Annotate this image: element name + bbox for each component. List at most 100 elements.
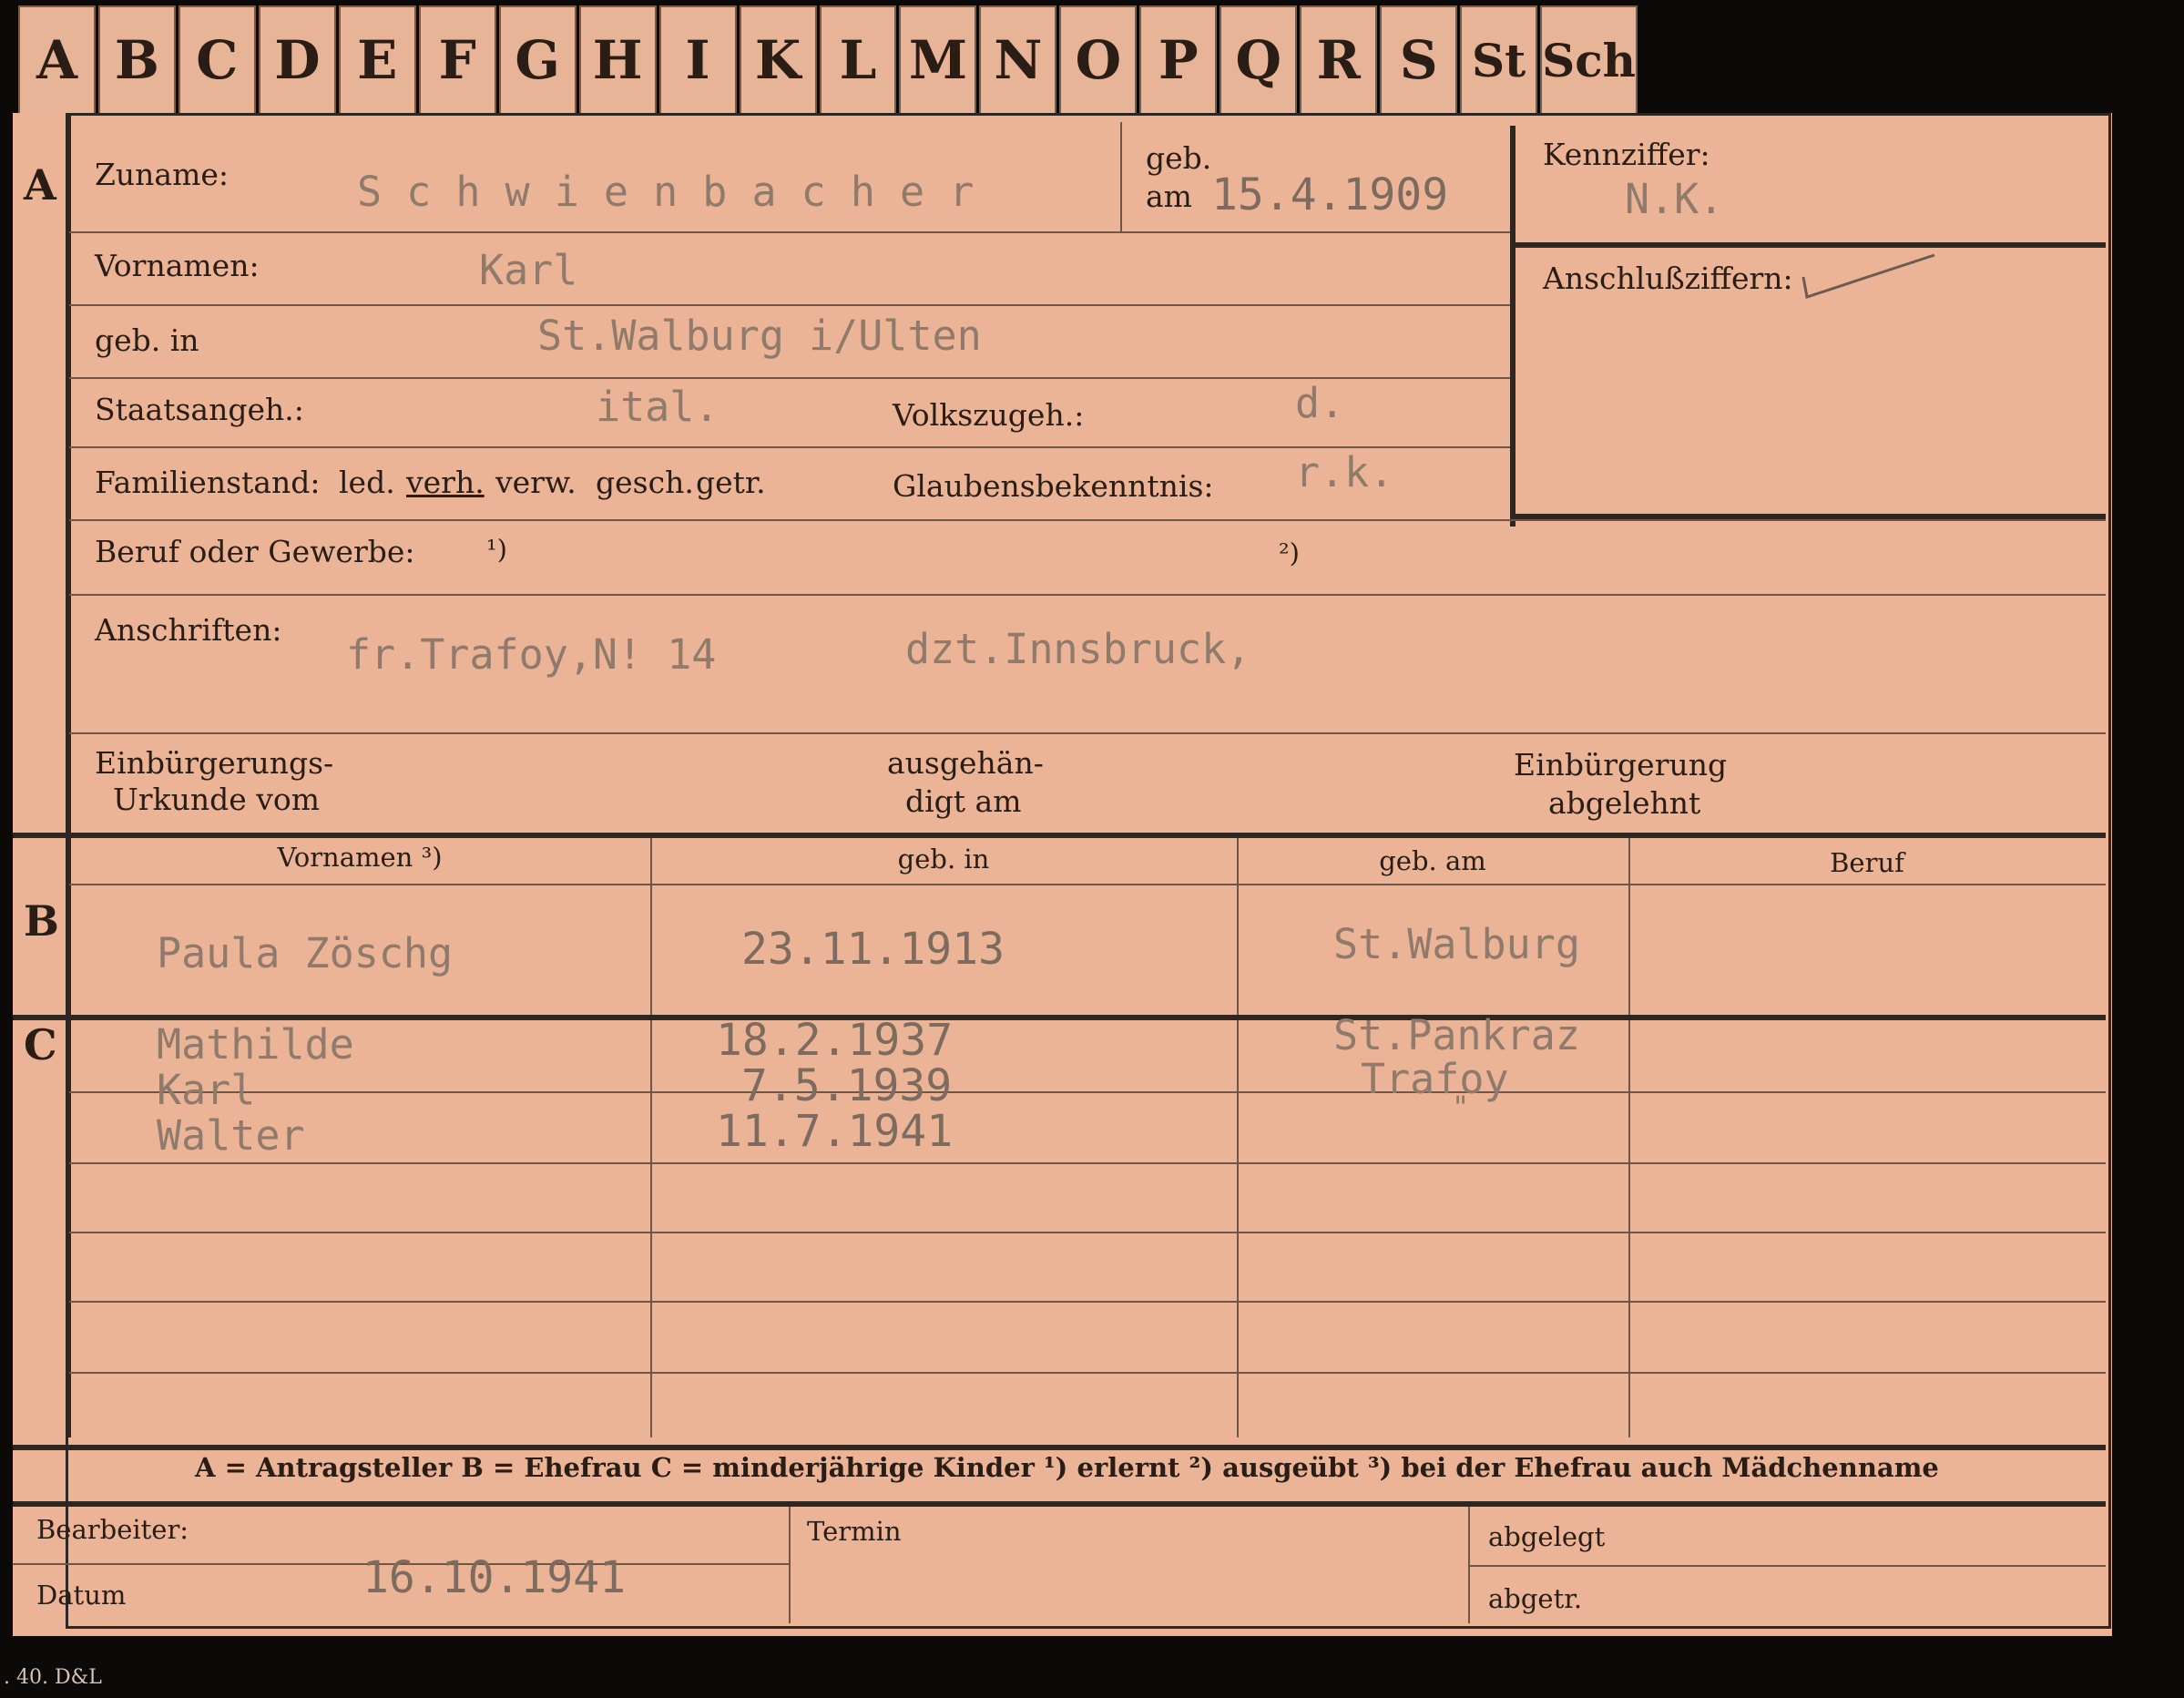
col-header-birthplace: geb. in [897,844,990,875]
row-line [69,304,1510,306]
index-tab: St [1460,5,1538,113]
index-tabs: A B C D E F G H I K L M N O P Q R S St Sch [18,5,1638,113]
row-line [69,446,1510,448]
profession-note-1: ¹) [486,534,507,565]
index-tab: Q [1220,5,1298,113]
index-tab: G [498,5,577,113]
index-tab: F [418,5,496,113]
marital-option-single: led. [339,465,395,500]
child-name: Mathilde [157,1020,354,1069]
naturalization-label-2: Urkunde vom [113,782,321,817]
table-row-line [69,1091,2106,1093]
footer-col-line [789,1507,791,1623]
marital-option-married: verh. [406,465,485,500]
birth-divider [1120,122,1122,231]
child-place: " [1452,1089,1470,1124]
index-tab: K [739,5,817,113]
table-col-line [650,838,652,1437]
citizenship-value: ital. [596,383,719,431]
index-tab: R [1300,5,1378,113]
table-header-line [69,884,2106,885]
legend-top-rule [13,1445,2106,1450]
religion-value: r.k. [1295,448,1394,496]
birthdate-label-2: am [1146,179,1192,214]
registration-card: A B C Zuname: S c h w i e n b a c h e r … [13,113,2112,1636]
index-tab: E [338,5,416,113]
row-line [69,519,2106,521]
table-col-line [1237,838,1239,1437]
handed-label-1: ausgehän- [887,745,1044,781]
address-label: Anschriften: [95,612,282,648]
spouse-name: Paula Zöschg [157,929,454,977]
birthplace-label: geb. in [95,322,199,358]
marital-label: Familienstand: [95,465,321,500]
table-row-line [69,1301,2106,1303]
legend-bottom-rule [13,1501,2106,1507]
religion-label: Glaubensbekenntnis: [893,468,1214,504]
birthplace-value: St.Walburg i/Ulten [537,312,982,360]
address-value-former: fr.Trafoy,N! 14 [346,630,717,679]
index-tab: N [979,5,1057,113]
table-col-line [1628,838,1630,1437]
child-date: 7.5.1939 [741,1060,953,1111]
section-divider [13,833,2106,838]
spouse-date: 23.11.1913 [741,924,1005,975]
rejected-label-1: Einbürgerung [1514,747,1728,783]
profession-label: Beruf oder Gewerbe: [95,534,415,569]
spouse-place: St.Walburg [1333,920,1580,968]
rejected-label-2: abgelehnt [1548,785,1701,821]
child-place: St.Pankraz [1333,1011,1580,1059]
deadline-label: Termin [807,1516,902,1547]
section-a-marker: A [24,160,56,210]
birthdate-value: 15.4.1909 [1211,169,1449,220]
index-tab: P [1139,5,1218,113]
index-tab: B [97,5,176,113]
marital-option-widowed: verw. [495,465,577,500]
address-value-current: dzt.Innsbruck, [905,625,1251,673]
index-tab: Sch [1540,5,1638,113]
printer-mark: . 40. D&L [4,1666,102,1689]
index-tab: C [178,5,256,113]
index-tab: M [899,5,977,113]
code-value: N.K. [1625,175,1724,223]
clerk-label: Bearbeiter: [36,1514,189,1545]
section-b-marker: B [24,896,59,946]
col-header-birthdate: geb. am [1379,845,1486,876]
child-name: Walter [157,1111,305,1160]
col-header-firstnames: Vornamen ³) [277,842,443,873]
handed-label-2: digt am [905,783,1022,819]
row-line [69,594,2106,596]
child-name: Karl [157,1066,256,1114]
index-tab: H [578,5,657,113]
date-value: 16.10.1941 [362,1552,626,1603]
table-row-line [69,1232,2106,1233]
firstname-value: Karl [479,246,578,294]
left-rule [66,113,71,1437]
code-box-divider [1510,242,2106,248]
firstname-label: Vornamen: [95,248,260,283]
filed-label: abgelegt [1488,1521,1606,1552]
row-line [69,377,1510,379]
index-tab: I [658,5,737,113]
surname-value: S c h w i e n b a c h e r [357,168,975,216]
date-label: Datum [36,1580,127,1611]
naturalization-label-1: Einbürgerungs- [95,745,334,781]
table-row-line [69,1372,2106,1374]
section-c-marker: C [24,1020,57,1069]
index-tab: D [258,5,336,113]
child-date: 11.7.1941 [716,1106,954,1157]
birthdate-label-1: geb. [1146,140,1212,176]
row-line [69,732,2106,734]
index-tab: L [819,5,897,113]
connection-label: Anschlußziffern: [1543,261,1793,296]
table-row-line [69,1162,2106,1164]
citizenship-label: Staatsangeh.: [95,392,304,427]
child-date: 18.2.1937 [716,1015,954,1066]
surname-label: Zuname: [95,157,230,192]
ethnicity-label: Volkszugeh.: [893,397,1085,433]
index-tab: S [1380,5,1458,113]
legend: A = Antragsteller B = Ehefrau C = minder… [195,1452,1939,1483]
code-label: Kennziffer: [1543,137,1710,172]
marital-option-divorced: gesch. [596,465,694,500]
ethnicity-value: d. [1295,379,1345,427]
